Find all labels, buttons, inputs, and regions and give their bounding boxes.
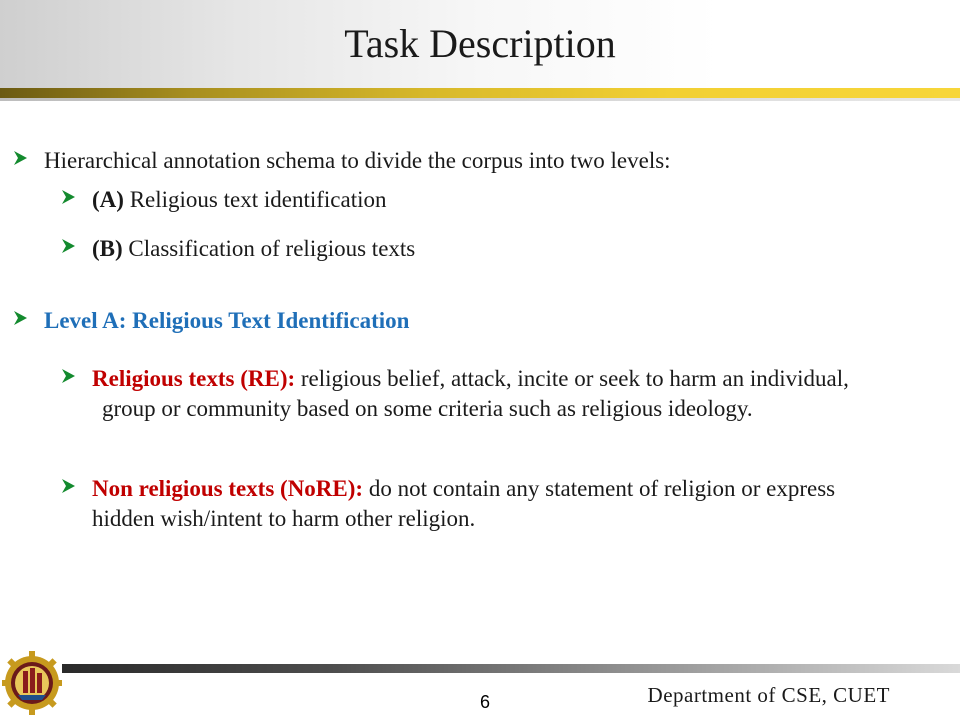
arrow-bullet-icon <box>60 368 78 386</box>
bullet-level-b-text: (B) Classification of religious texts <box>92 234 415 264</box>
level-a-heading: Level A: Religious Text Identification <box>44 308 410 333</box>
slide: Task Description Hierarchical annotation… <box>0 0 960 720</box>
level-b-label: (B) <box>92 236 123 261</box>
university-seal-icon <box>0 650 64 716</box>
header-rule <box>0 88 960 98</box>
header-rule-shadow <box>0 98 960 101</box>
bullet-level-b: (B) Classification of religious texts <box>60 234 930 264</box>
arrow-bullet-icon <box>12 150 30 168</box>
bullet-level-a-heading: Level A: Religious Text Identification <box>12 306 942 336</box>
department-label: Department of CSE, CUET <box>647 683 890 707</box>
level-a-label: (A) <box>92 187 124 212</box>
bullet-non-religious-texts: Non religious texts (NoRE): do not conta… <box>60 474 880 534</box>
arrow-bullet-icon <box>60 478 78 496</box>
slide-title: Task Description <box>344 21 616 66</box>
bullet-level-a-text: (A) Religious text identification <box>92 185 386 215</box>
page-number: 6 <box>479 692 490 712</box>
religious-texts-text: Religious texts (RE): religious belief, … <box>92 364 880 424</box>
bullet-intro: Hierarchical annotation schema to divide… <box>12 146 942 176</box>
nore-label: Non religious texts (NoRE): <box>92 476 364 501</box>
arrow-bullet-icon <box>60 189 78 207</box>
arrow-bullet-icon <box>12 310 30 328</box>
arrow-bullet-icon <box>60 238 78 256</box>
level-a-description: Religious text identification <box>123 187 387 212</box>
re-label: Religious texts (RE): <box>92 366 296 391</box>
bullet-religious-texts: Religious texts (RE): religious belief, … <box>60 364 880 424</box>
non-religious-texts-text: Non religious texts (NoRE): do not conta… <box>92 474 880 534</box>
bullet-intro-text: Hierarchical annotation schema to divide… <box>44 148 671 173</box>
footer-rule <box>62 664 960 673</box>
level-b-description: Classification of religious texts <box>122 236 416 261</box>
bullet-level-a: (A) Religious text identification <box>60 185 930 215</box>
